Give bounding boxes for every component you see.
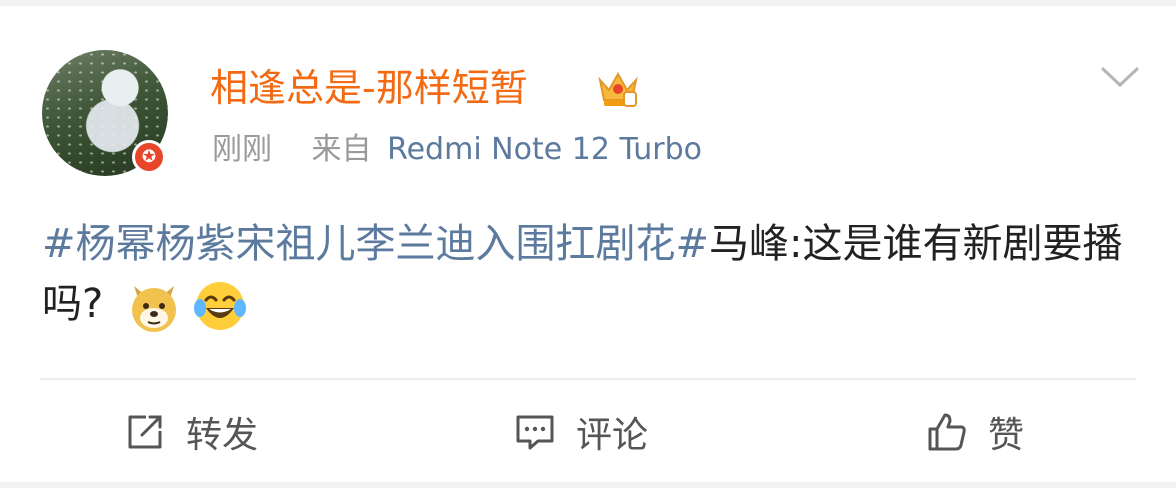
comment-icon — [516, 415, 554, 450]
laugh-cry-emoji-icon — [193, 282, 246, 330]
post-meta: 刚刚 来自 Redmi Note 12 Turbo — [212, 128, 702, 172]
username[interactable]: 相逢总是-那样短暂 — [210, 64, 528, 112]
top-separator — [0, 0, 1176, 6]
chevron-down-icon[interactable] — [1100, 64, 1140, 90]
repost-icon — [128, 415, 162, 449]
topic-hashtag[interactable]: #杨幂杨紫宋祖儿李兰迪入围扛剧花# — [42, 221, 709, 267]
doge-emoji-icon — [131, 286, 176, 332]
bottom-separator — [0, 482, 1176, 488]
thumbs-up-icon — [928, 413, 966, 451]
repost-label: 转发 — [186, 415, 259, 456]
divider — [40, 378, 1136, 380]
comment-button[interactable]: 评论 — [514, 404, 648, 460]
repost-button[interactable]: 转发 — [124, 404, 258, 460]
like-button[interactable]: 赞 — [926, 404, 1024, 460]
source-device[interactable]: Redmi Note 12 Turbo — [387, 132, 702, 167]
comment-label: 评论 — [576, 415, 649, 456]
like-label: 赞 — [988, 415, 1025, 456]
post-time: 刚刚 — [212, 132, 272, 167]
crown-icon[interactable] — [596, 66, 640, 110]
source-prefix: 来自 — [311, 132, 372, 167]
vip-badge-icon: ✪ — [132, 140, 166, 174]
post-content: #杨幂杨紫宋祖儿李兰迪入围扛剧花#马峰:这是谁有新剧要播吗? — [42, 214, 1138, 334]
